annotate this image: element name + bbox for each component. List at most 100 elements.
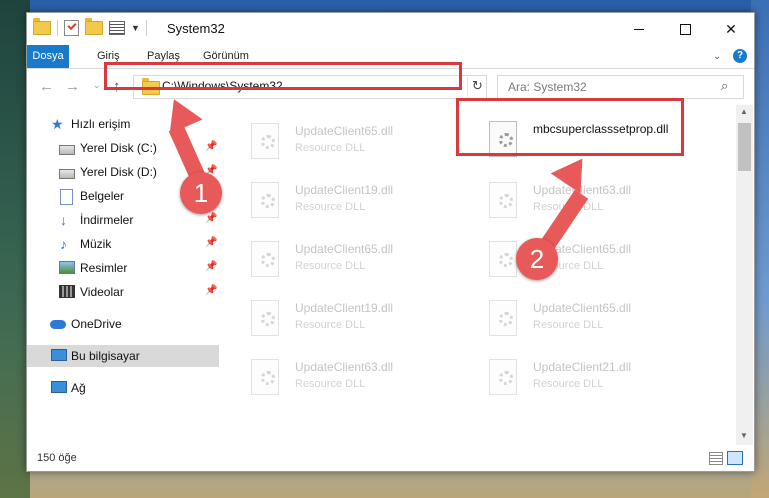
download-icon: ↓ bbox=[60, 212, 67, 228]
sidebar-item-this-pc[interactable]: Bu bilgisayar bbox=[27, 345, 219, 367]
step-2-badge: 2 bbox=[516, 238, 558, 280]
dll-file-icon bbox=[247, 359, 281, 399]
expand-ribbon-chevron-icon[interactable]: ⌄ bbox=[713, 51, 721, 62]
file-type: Resource DLL bbox=[295, 142, 366, 154]
customize-toolbar-dropdown-icon[interactable]: ▼ bbox=[131, 23, 140, 33]
file-item[interactable]: UpdateClient19.dll Resource DLL bbox=[247, 180, 467, 224]
maximize-button[interactable] bbox=[662, 13, 708, 45]
computer-icon bbox=[51, 349, 67, 361]
file-type: Resource DLL bbox=[295, 260, 366, 272]
video-icon bbox=[59, 285, 75, 298]
file-name: UpdateClient63.dll bbox=[295, 360, 394, 374]
file-item[interactable]: UpdateClient65.dll Resource DLL bbox=[485, 298, 705, 342]
file-type: Resource DLL bbox=[295, 319, 366, 331]
sidebar-item-pictures[interactable]: Resimler 📌 bbox=[27, 257, 219, 279]
window-title: System32 bbox=[167, 21, 225, 36]
minimize-icon bbox=[634, 28, 644, 30]
toolbar-divider bbox=[57, 20, 58, 36]
file-item[interactable]: UpdateClient65.dll Resource DLL bbox=[247, 239, 467, 283]
sidebar-item-music[interactable]: ♪ Müzik 📌 bbox=[27, 233, 219, 255]
file-type: Resource DLL bbox=[533, 319, 604, 331]
back-arrow-icon[interactable]: ← bbox=[39, 78, 54, 95]
sidebar-item-label: Ağ bbox=[71, 381, 86, 395]
dll-file-icon bbox=[485, 300, 519, 340]
file-list: UpdateClient65.dll Resource DLL UpdateCl… bbox=[219, 105, 734, 445]
status-bar: 150 öğe bbox=[27, 445, 754, 471]
sidebar-item-onedrive[interactable]: OneDrive bbox=[27, 313, 219, 335]
file-item[interactable]: UpdateClient21.dll Resource DLL bbox=[485, 357, 705, 401]
close-icon: ✕ bbox=[725, 20, 737, 37]
scrollbar-thumb[interactable] bbox=[738, 123, 751, 171]
forward-arrow-icon[interactable]: → bbox=[65, 78, 80, 95]
address-divider bbox=[467, 77, 468, 97]
sidebar-item-label: Bu bilgisayar bbox=[71, 349, 140, 363]
scroll-up-arrow-icon[interactable]: ▲ bbox=[740, 107, 748, 116]
pin-icon[interactable]: 📌 bbox=[205, 261, 217, 272]
close-button[interactable]: ✕ bbox=[708, 13, 754, 45]
file-type: Resource DLL bbox=[533, 378, 604, 390]
recent-locations-chevron-icon[interactable]: ⌄ bbox=[93, 80, 101, 91]
pin-icon[interactable]: 📌 bbox=[205, 285, 217, 296]
customize-view-icon[interactable] bbox=[109, 21, 125, 35]
file-name: UpdateClient21.dll bbox=[533, 360, 632, 374]
dll-file-icon bbox=[247, 300, 281, 340]
file-type: Resource DLL bbox=[295, 201, 366, 213]
sidebar-item-label: Yerel Disk (C:) bbox=[80, 141, 157, 155]
file-highlight bbox=[456, 98, 684, 156]
pin-icon[interactable]: 📌 bbox=[205, 237, 217, 248]
file-item[interactable]: UpdateClient63.dll Resource DLL bbox=[247, 357, 467, 401]
vertical-scrollbar[interactable]: ▲ ▼ bbox=[736, 105, 753, 445]
sidebar-item-label: İndirmeler bbox=[80, 213, 134, 227]
network-icon bbox=[51, 381, 67, 393]
pin-icon[interactable]: 📌 bbox=[205, 141, 217, 152]
refresh-icon[interactable]: ↻ bbox=[472, 78, 483, 94]
help-icon[interactable]: ? bbox=[733, 49, 747, 63]
star-icon: ★ bbox=[51, 116, 64, 132]
file-name: UpdateClient65.dll bbox=[533, 301, 632, 315]
file-name: UpdateClient19.dll bbox=[295, 301, 394, 315]
disk-icon bbox=[59, 145, 75, 155]
toolbar-divider bbox=[145, 20, 147, 36]
maximize-icon bbox=[679, 23, 691, 35]
sidebar-item-label: Yerel Disk (D:) bbox=[80, 165, 157, 179]
step-1-badge: 1 bbox=[180, 172, 222, 214]
sidebar-item-network[interactable]: Ağ bbox=[27, 377, 219, 399]
dll-file-icon bbox=[247, 123, 281, 163]
dll-file-icon bbox=[485, 359, 519, 399]
file-item[interactable]: UpdateClient63.dll Resource DLL bbox=[485, 180, 705, 224]
file-item[interactable]: UpdateClient65.dll Resource DLL bbox=[247, 121, 467, 165]
file-name: UpdateClient65.dll bbox=[295, 242, 394, 256]
address-bar-highlight bbox=[104, 62, 462, 90]
sidebar-item-label: Hızlı erişim bbox=[71, 117, 131, 131]
sidebar-item-videos[interactable]: Videolar 📌 bbox=[27, 281, 219, 303]
minimize-button[interactable] bbox=[616, 13, 662, 45]
document-icon bbox=[60, 189, 73, 205]
item-count: 150 öğe bbox=[37, 452, 77, 464]
folder-icon bbox=[33, 18, 51, 35]
dll-file-icon bbox=[247, 241, 281, 281]
tab-dosya[interactable]: Dosya bbox=[27, 45, 69, 68]
details-view-icon[interactable] bbox=[709, 452, 723, 465]
dll-file-icon bbox=[247, 182, 281, 222]
cloud-icon bbox=[50, 320, 66, 329]
sidebar-item-downloads[interactable]: ↓ İndirmeler 📌 bbox=[27, 209, 219, 231]
properties-check-icon[interactable] bbox=[64, 20, 79, 36]
file-item[interactable]: UpdateClient19.dll Resource DLL bbox=[247, 298, 467, 342]
title-bar: ▼ System32 ✕ bbox=[27, 13, 754, 45]
disk-icon bbox=[59, 169, 75, 179]
large-icons-view-icon[interactable] bbox=[727, 451, 743, 465]
search-placeholder[interactable]: Ara: System32 bbox=[508, 80, 587, 94]
file-name: UpdateClient65.dll bbox=[295, 124, 394, 138]
search-icon[interactable]: ⌕ bbox=[721, 78, 728, 94]
file-name: UpdateClient19.dll bbox=[295, 183, 394, 197]
dll-file-icon bbox=[485, 241, 519, 281]
sidebar-item-label: Belgeler bbox=[80, 189, 125, 203]
search-input[interactable]: Ara: System32 ⌕ bbox=[497, 75, 744, 99]
sidebar-item-label: Müzik bbox=[80, 237, 112, 251]
dll-file-icon bbox=[485, 182, 519, 222]
new-folder-icon[interactable] bbox=[85, 18, 103, 35]
file-type: Resource DLL bbox=[295, 378, 366, 390]
quick-access-toolbar: ▼ bbox=[33, 18, 147, 36]
scroll-down-arrow-icon[interactable]: ▼ bbox=[740, 431, 748, 440]
pin-icon[interactable]: 📌 bbox=[205, 213, 217, 224]
